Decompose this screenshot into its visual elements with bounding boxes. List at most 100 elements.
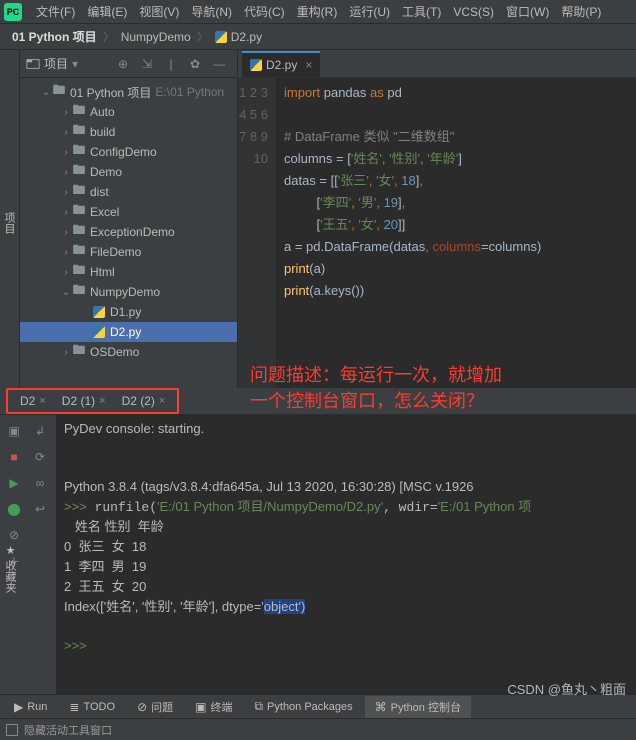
gear-icon[interactable]: ✿ [186,55,204,73]
expand-icon[interactable]: ⇲ [138,55,156,73]
dropdown-icon[interactable]: ▾ [72,57,78,71]
run-tab-d2[interactable]: D2× [12,394,54,408]
menubar: PC 文件(F) 编辑(E) 视图(V) 导航(N) 代码(C) 重构(R) 运… [0,0,636,24]
editor-area: D2.py × 1 2 3 4 5 6 7 8 9 10 import pand… [238,50,636,388]
list-icon: ≣ [69,700,79,714]
crumb-folder[interactable]: NumpyDemo [117,30,195,44]
app-logo: PC [4,3,22,21]
crumb-file[interactable]: D2.py [211,30,266,44]
tree-folder[interactable]: ›ConfigDemo [20,142,237,162]
expand-icon[interactable]: › [60,267,72,278]
tree-folder-numpy[interactable]: ⌄ NumpyDemo [20,282,237,302]
editor-tab-d2[interactable]: D2.py × [242,51,320,77]
tab-terminal[interactable]: ▣终端 [185,696,242,718]
project-panel-header: 项目 ▾ ⊕ ⇲ | ✿ — [20,50,237,78]
expand-icon[interactable]: › [60,147,72,158]
tree-folder[interactable]: ›build [20,122,237,142]
rail-project[interactable]: 项目 [0,58,19,388]
expand-icon[interactable]: › [60,347,72,358]
python-file-icon [215,31,227,43]
terminal-icon: ▣ [195,700,206,714]
stop-icon[interactable]: ■ [2,445,26,469]
folder-icon [72,205,86,219]
close-icon[interactable]: × [159,395,165,407]
expand-icon[interactable]: › [60,107,72,118]
tool-window-icon[interactable] [6,724,18,736]
folder-icon [72,105,86,119]
collapse-icon[interactable]: ⌄ [60,287,72,298]
close-icon[interactable]: × [39,395,45,407]
rail-favourites[interactable]: ★ 收藏夹 [0,540,20,597]
close-icon[interactable]: × [305,58,312,72]
tree-file-d2[interactable]: D2.py [20,322,237,342]
menu-run[interactable]: 运行(U) [343,3,396,20]
hide-icon[interactable]: — [210,55,228,73]
chevron-right-icon: 〉 [101,28,117,45]
menu-help[interactable]: 帮助(P) [555,3,607,20]
breadcrumb: 01 Python 项目 〉 NumpyDemo 〉 D2.py [0,24,636,50]
expand-icon[interactable]: › [60,207,72,218]
tree-folder[interactable]: ›Html [20,262,237,282]
soft-wrap-icon[interactable]: ↩ [28,497,52,521]
menu-window[interactable]: 窗口(W) [500,3,555,20]
tab-problems[interactable]: ⊘问题 [127,696,183,718]
folder-icon [72,245,86,259]
rerun-icon[interactable]: ▣ [2,419,26,443]
tab-todo[interactable]: ≣TODO [59,696,125,718]
variables-icon[interactable]: ∞ [28,471,52,495]
console-output[interactable]: PyDev console: starting. Python 3.8.4 (t… [56,415,636,694]
line-gutter: 1 2 3 4 5 6 7 8 9 10 [238,78,276,388]
code-editor[interactable]: 1 2 3 4 5 6 7 8 9 10 import pandas as pd… [238,78,636,388]
tab-python-console[interactable]: ⌘Python 控制台 [365,696,471,718]
tree-folder[interactable]: ›dist [20,182,237,202]
tree-file-d1[interactable]: D1.py [20,302,237,322]
expand-icon[interactable]: › [60,127,72,138]
project-panel-icon [26,57,40,71]
new-line-icon[interactable]: ↲ [28,419,52,443]
status-bar: 隐藏活动工具窗口 [0,718,636,740]
expand-icon[interactable]: › [60,247,72,258]
debug-icon[interactable]: ⬤ [2,497,26,521]
menu-refactor[interactable]: 重构(R) [291,3,344,20]
crumb-project[interactable]: 01 Python 项目 [8,28,101,45]
menu-navigate[interactable]: 导航(N) [185,3,238,20]
code-area[interactable]: import pandas as pd # DataFrame 类似 "二维数组… [276,78,636,388]
project-panel: 项目 ▾ ⊕ ⇲ | ✿ — ⌄ 01 Python 项目 E:\01 Pyth… [20,50,238,388]
tree-folder[interactable]: ›FileDemo [20,242,237,262]
folder-icon [72,285,86,299]
expand-icon[interactable]: › [60,187,72,198]
left-rail: 项目 结构 [0,50,20,388]
tree-root[interactable]: ⌄ 01 Python 项目 E:\01 Python [20,82,237,102]
menu-view[interactable]: 视图(V) [133,3,185,20]
folder-icon [52,85,66,99]
close-icon[interactable]: × [99,395,105,407]
menu-edit[interactable]: 编辑(E) [81,3,133,20]
tree-folder[interactable]: ›ExceptionDemo [20,222,237,242]
python-icon: ⌘ [375,700,387,714]
warning-icon: ⊘ [137,700,147,714]
folder-icon [72,125,86,139]
menu-code[interactable]: 代码(C) [238,3,291,20]
expand-icon[interactable]: › [60,227,72,238]
tree-folder[interactable]: ›Demo [20,162,237,182]
tree-folder[interactable]: ›Auto [20,102,237,122]
editor-tabs: D2.py × [238,50,636,78]
folder-icon [72,265,86,279]
run-tab-d2-2[interactable]: D2 (2)× [114,394,174,408]
tab-run[interactable]: ▶Run [4,696,57,718]
menu-file[interactable]: 文件(F) [30,3,81,20]
play-icon[interactable]: ▶ [2,471,26,495]
tree-folder-os[interactable]: › OSDemo [20,342,237,362]
folder-icon [72,145,86,159]
console-panel: ▣↲ ■⟳ ▶∞ ⬤↩ ⊘ ＋ PyDev console: starting.… [0,414,636,694]
project-tree[interactable]: ⌄ 01 Python 项目 E:\01 Python ›Auto›build›… [20,78,237,388]
tab-packages[interactable]: ⧉Python Packages [244,696,362,718]
collapse-icon[interactable]: ⌄ [40,87,52,98]
expand-icon[interactable]: › [60,167,72,178]
restart-icon[interactable]: ⟳ [28,445,52,469]
menu-tools[interactable]: 工具(T) [396,3,447,20]
run-tab-d2-1[interactable]: D2 (1)× [54,394,114,408]
locate-icon[interactable]: ⊕ [114,55,132,73]
tree-folder[interactable]: ›Excel [20,202,237,222]
menu-vcs[interactable]: VCS(S) [447,5,500,19]
